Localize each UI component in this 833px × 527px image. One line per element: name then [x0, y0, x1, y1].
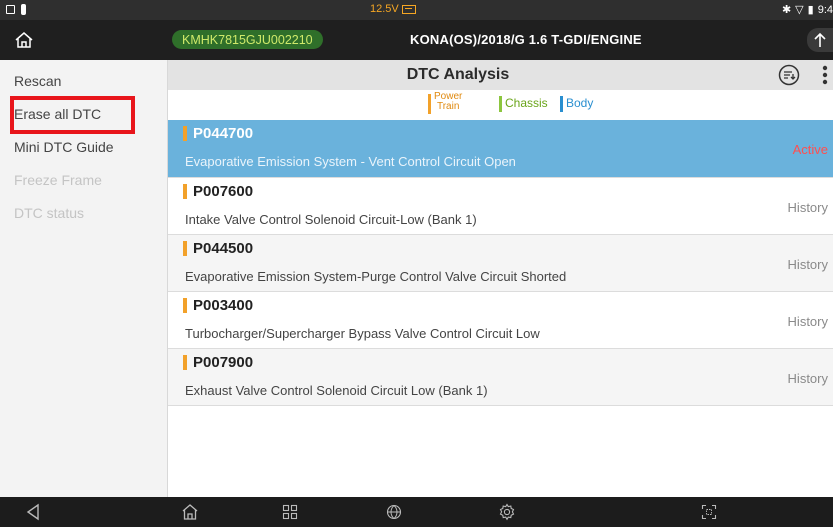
nav-apps-button[interactable]: [278, 501, 302, 523]
legend-power-train-line2: Train: [436, 101, 460, 112]
page-title: DTC Analysis: [406, 66, 510, 83]
dtc-code: P007900: [193, 354, 254, 371]
dtc-code: P003400: [193, 297, 254, 314]
screenshot-icon: [701, 504, 717, 520]
power-train-marker: [183, 298, 187, 313]
sidebar-item-dtc-status: DTC status: [14, 205, 85, 221]
upload-button[interactable]: [807, 28, 833, 52]
dtc-description: Intake Valve Control Solenoid Circuit-Lo…: [185, 212, 477, 227]
nav-settings-button[interactable]: [495, 501, 519, 523]
home-icon: [15, 32, 33, 48]
body-swatch: [560, 96, 563, 112]
legend-chassis-label: Chassis: [505, 96, 548, 110]
legend-body: Body: [560, 96, 593, 112]
bluetooth-icon: ✱: [781, 4, 792, 16]
vin-badge: KMHK7815GJU002210: [172, 30, 323, 49]
dtc-row[interactable]: P044500 Evaporative Emission System-Purg…: [168, 235, 833, 292]
battery-icon: [401, 4, 416, 14]
legend-body-label: Body: [566, 96, 594, 110]
dtc-status: History: [787, 371, 828, 386]
sidebar-item-rescan[interactable]: Rescan: [14, 73, 61, 89]
upload-icon: [814, 32, 826, 47]
more-vert-icon: [822, 65, 828, 85]
vehicle-header: KMHK7815GJU002210 KONA(OS)/2018/G 1.6 T-…: [0, 20, 833, 60]
highlight-annotation: [10, 96, 135, 134]
voltage-indicator: 12.5V: [370, 3, 416, 15]
dtc-row[interactable]: P003400 Turbocharger/Supercharger Bypass…: [168, 292, 833, 349]
dtc-row[interactable]: P007900 Exhaust Valve Control Solenoid C…: [168, 349, 833, 406]
dtc-code: P007600: [193, 183, 254, 200]
dtc-status: History: [787, 257, 828, 272]
settings-icon: [499, 503, 515, 521]
power-train-marker: [183, 184, 187, 199]
status-left: [6, 4, 26, 15]
chassis-swatch: [499, 96, 502, 112]
nav-back-button[interactable]: [21, 501, 45, 523]
dtc-description: Exhaust Valve Control Solenoid Circuit L…: [185, 383, 488, 398]
power-train-swatch: [428, 94, 431, 114]
status-bar: 12.5V ✱ ▽ ▮ 9:4: [0, 0, 833, 20]
system-nav-bar: [0, 497, 833, 527]
vehicle-info: KONA(OS)/2018/G 1.6 T-GDI/ENGINE: [410, 32, 642, 47]
sidebar-item-mini-dtc-guide[interactable]: Mini DTC Guide: [14, 139, 114, 155]
voltage-value: 12.5V: [370, 3, 399, 15]
battery-level-icon: ▮: [807, 4, 814, 16]
dtc-description: Evaporative Emission System-Purge Contro…: [185, 269, 567, 284]
legend-power-train-label: Power Train: [434, 92, 462, 112]
power-train-marker: [183, 355, 187, 370]
clock: 9:4: [817, 3, 833, 16]
home-icon: [182, 504, 198, 520]
back-icon: [26, 503, 39, 521]
sort-button[interactable]: [777, 63, 801, 87]
dtc-description: Evaporative Emission System - Vent Contr…: [185, 154, 516, 169]
notification-icon: [6, 5, 15, 14]
dtc-row[interactable]: P007600 Intake Valve Control Solenoid Ci…: [168, 178, 833, 235]
title-bar: DTC Analysis: [168, 60, 833, 90]
power-train-marker: [183, 126, 187, 141]
dtc-description: Turbocharger/Supercharger Bypass Valve C…: [185, 326, 540, 341]
dtc-category-legend: Power Train Chassis Body: [168, 90, 833, 120]
usb-icon: [21, 4, 26, 15]
nav-browser-button[interactable]: [382, 501, 406, 523]
nav-home-button[interactable]: [178, 501, 202, 523]
nav-screenshot-button[interactable]: [697, 501, 721, 523]
dtc-status: History: [787, 200, 828, 215]
dtc-row[interactable]: P044700 Evaporative Emission System - Ve…: [168, 120, 833, 178]
status-right: ✱ ▽ ▮ 9:4: [781, 3, 833, 17]
globe-icon: [386, 504, 402, 520]
legend-chassis: Chassis: [499, 96, 548, 112]
header-home-button[interactable]: [0, 20, 165, 60]
dtc-code: P044700: [193, 125, 254, 142]
power-train-marker: [183, 241, 187, 256]
sidebar-item-freeze-frame: Freeze Frame: [14, 172, 102, 188]
dtc-status: History: [787, 314, 828, 329]
legend-power-train: Power Train: [428, 92, 462, 114]
wifi-icon: ▽: [795, 4, 804, 16]
dtc-status: Active: [792, 142, 828, 157]
dtc-list: P044700 Evaporative Emission System - Ve…: [168, 120, 833, 406]
more-options-button[interactable]: [819, 63, 831, 87]
apps-icon: [282, 504, 298, 520]
dtc-code: P044500: [193, 240, 254, 257]
sort-icon: [778, 64, 800, 86]
